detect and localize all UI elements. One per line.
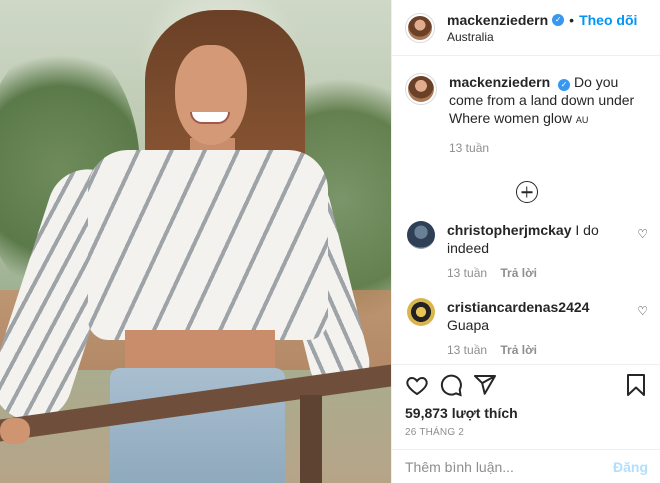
photo-hand: [0, 418, 30, 444]
comment-item: christopherjmckay I do indeed 13 tuần Tr…: [405, 221, 648, 280]
avatar[interactable]: [407, 221, 435, 249]
comment-item: cristiancardenas2424 Guapa 13 tuần Trả l…: [405, 298, 648, 357]
like-comment-heart-icon[interactable]: ♡: [637, 227, 648, 241]
verified-badge-icon: ✓: [558, 79, 571, 91]
heart-icon[interactable]: [405, 373, 429, 397]
caption-line-2: Where women glow: [449, 110, 572, 126]
photo-face: [175, 45, 247, 145]
bookmark-icon[interactable]: [624, 373, 648, 397]
caption-username[interactable]: mackenziedern: [449, 74, 550, 90]
post-side-panel: mackenziedern ✓ • Theo dõi Australia mac…: [391, 0, 660, 483]
reply-button[interactable]: Trả lời: [500, 266, 537, 280]
comment-username[interactable]: cristiancardenas2424: [447, 299, 589, 315]
follow-button[interactable]: Theo dõi: [579, 12, 637, 28]
likes-count[interactable]: 59,873 lượt thích: [405, 405, 648, 421]
comment-time[interactable]: 13 tuần: [447, 266, 487, 280]
location-link[interactable]: Australia: [447, 30, 637, 44]
caption-time[interactable]: 13 tuần: [449, 139, 648, 157]
caption: mackenziedern ✓ Do you come from a land …: [405, 73, 648, 157]
photo-smile: [190, 112, 230, 124]
avatar[interactable]: [405, 73, 437, 105]
photo-striped-top: [88, 150, 328, 340]
post-actions: 59,873 lượt thích 26 THÁNG 2: [392, 364, 660, 438]
caption-tag: AU: [575, 115, 589, 125]
comment-icon[interactable]: [439, 373, 463, 397]
post-header: mackenziedern ✓ • Theo dõi Australia: [392, 0, 660, 56]
load-more-comments-icon[interactable]: [515, 181, 538, 203]
verified-badge-icon: ✓: [552, 13, 565, 26]
reply-button[interactable]: Trả lời: [500, 343, 537, 357]
comment-input[interactable]: [405, 458, 613, 475]
avatar[interactable]: [405, 12, 435, 43]
comment-username[interactable]: christopherjmckay: [447, 222, 572, 238]
photo-rail-post: [300, 395, 322, 483]
post-photo[interactable]: [0, 0, 391, 483]
post-date[interactable]: 26 THÁNG 2: [405, 427, 648, 438]
avatar[interactable]: [407, 298, 435, 326]
post-comment-button[interactable]: Đăng: [613, 459, 648, 475]
comment-composer: Đăng: [392, 449, 660, 483]
share-icon[interactable]: [473, 373, 497, 397]
separator-dot: •: [569, 11, 575, 28]
comment-text: Guapa: [447, 317, 490, 333]
comments-list[interactable]: mackenziedern ✓ Do you come from a land …: [392, 57, 660, 364]
author-username[interactable]: mackenziedern: [447, 12, 548, 28]
comment-time[interactable]: 13 tuần: [447, 343, 487, 357]
like-comment-heart-icon[interactable]: ♡: [637, 304, 648, 318]
